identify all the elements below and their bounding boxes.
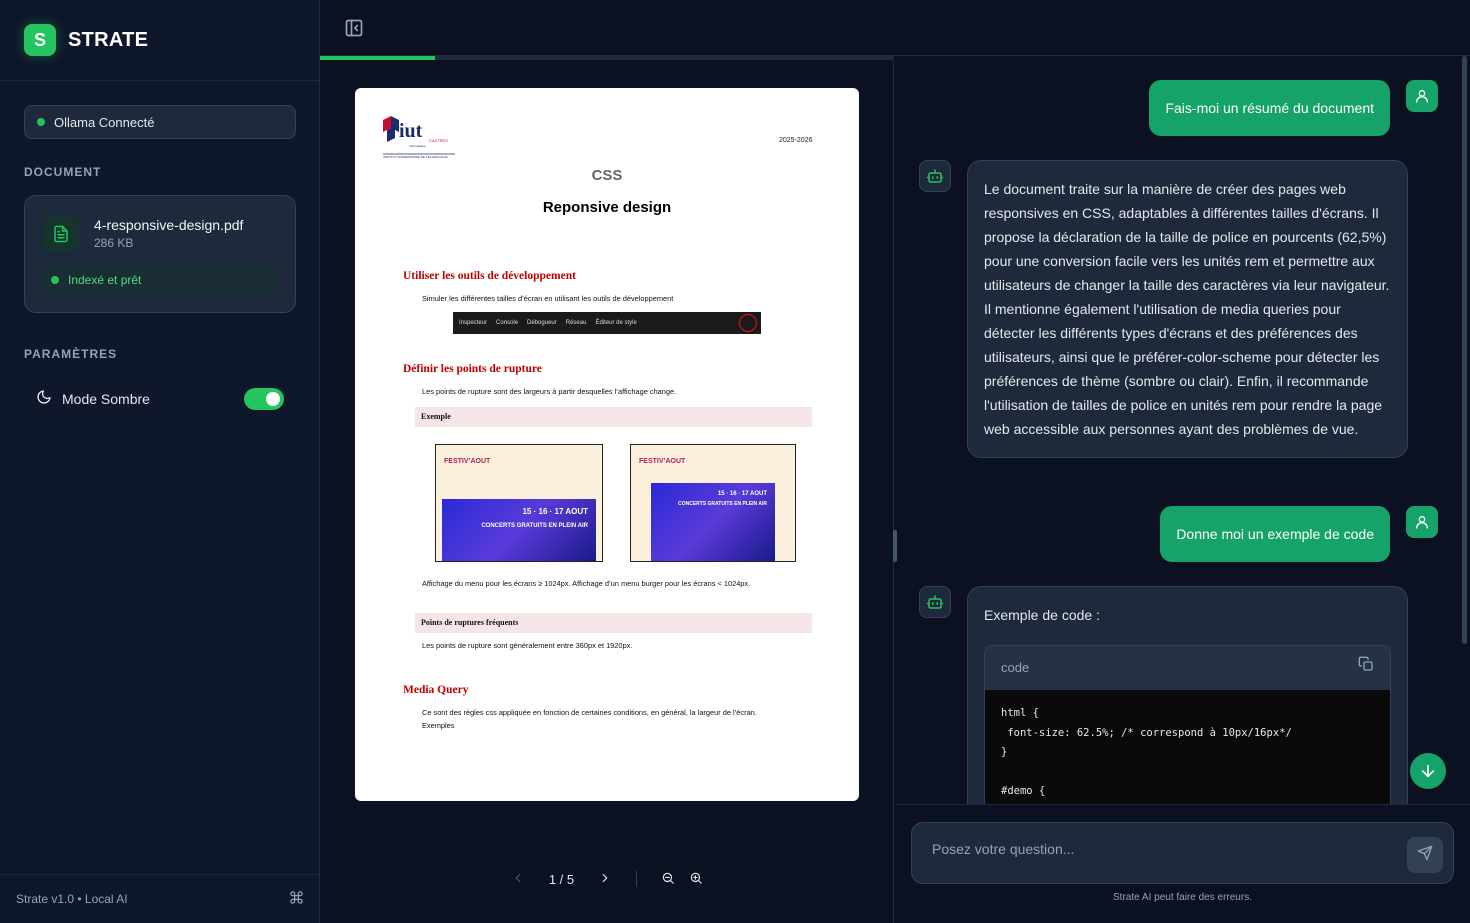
highlight-circle [739,314,757,332]
iut-logo-sub: CASTRES [429,138,448,143]
example-screenshot-desktop: FESTIV’AOUT 15 · 16 · 17 AOUT CONCERTS GR… [435,444,603,562]
file-text-icon [43,216,79,252]
chevron-right-icon[interactable] [598,871,612,888]
copy-icon[interactable] [1358,656,1374,680]
pdf-pager: 1 / 5 [320,864,894,894]
devtools-tab: Éditeur de style [595,320,637,326]
shot-image: 15 · 16 · 17 AOUT CONCERTS GRATUITS EN PL… [651,483,775,561]
shot-image: 15 · 16 · 17 AOUT CONCERTS GRATUITS EN PL… [442,499,596,561]
toggle-knob [266,392,280,406]
chat-scrollbar[interactable] [1462,56,1467,644]
document-file-size: 286 KB [94,236,134,250]
devtools-tab: Console [496,320,519,326]
user-message: Donne moi un exemple de code [1160,506,1390,562]
document-card[interactable]: 4-responsive-design.pdf 286 KB Indexé et… [24,195,296,313]
logo-icon: S [24,24,56,56]
devtools-tab: Inspecteur [459,320,488,326]
chevron-left-icon[interactable] [511,871,525,888]
version-label: Strate v1.0 • Local AI [16,892,128,906]
user-icon [1406,80,1438,112]
question-input-box [911,822,1454,884]
dark-mode-row: Mode Sombre [36,386,286,412]
bot-icon [919,586,951,618]
reading-progress-fill [320,56,435,60]
iut-logo-sub2: Informatique [409,144,426,148]
pdf-example-box: Exemple [415,407,812,427]
iut-logo: iut CASTRES Informatique INSTITUT UNIVER… [383,116,455,161]
top-bar [320,0,1470,56]
pdf-paragraph: Les points de rupture sont des largeurs … [422,387,677,396]
bot-icon [919,160,951,192]
document-file-name: 4-responsive-design.pdf [94,217,244,233]
pdf-title: CSS [591,167,623,184]
assistant-message: Le document traite sur la manière de cré… [967,160,1408,458]
command-icon[interactable] [289,890,304,908]
pdf-page: iut CASTRES Informatique INSTITUT UNIVER… [355,88,859,801]
pager-divider [636,871,638,887]
index-status-badge: Indexé et prêt [41,264,279,296]
question-input[interactable] [932,841,1392,857]
dark-mode-toggle[interactable] [244,388,284,410]
index-status-label: Indexé et prêt [68,273,142,287]
pdf-viewer: iut CASTRES Informatique INSTITUT UNIVER… [320,56,897,923]
pdf-subtitle: Reponsive design [542,199,672,216]
devtools-screenshot: Inspecteur Console Débogueur Réseau Édit… [453,312,761,334]
iut-logo-caption: INSTITUT UNIVERSITAIRE DE TECHNOLOGIE [383,155,448,159]
brand: S STRATE [0,0,319,81]
assistant-message-text: Exemple de code : [984,607,1100,623]
zoom-out-icon[interactable] [661,871,675,888]
shot-dates: 15 · 16 · 17 AOUT [522,507,588,516]
example-screenshot-mobile: FESTIV’AOUT 15 · 16 · 17 AOUT CONCERTS GR… [630,444,796,562]
chat-panel: Fais-moi un résumé du document Le docume… [895,56,1470,923]
zoom-in-icon[interactable] [689,871,703,888]
status-dot [37,118,45,126]
pdf-paragraph: Affichage du menu pour les écrans ≥ 1024… [422,579,751,588]
sidebar: S STRATE Ollama Connecté DOCUMENT 4-resp… [0,0,320,923]
moon-icon [36,389,52,410]
document-section-title: DOCUMENT [24,165,102,179]
pdf-paragraph: Ce sont des règles css appliquée en fonc… [422,708,757,717]
settings-section-title: PARAMÈTRES [24,347,118,361]
ai-disclaimer: Strate AI peut faire des erreurs. [1113,892,1252,903]
pdf-heading-breakpoints: Définir les points de rupture [403,363,542,375]
devtools-tab: Réseau [565,320,587,326]
user-message: Fais-moi un résumé du document [1149,80,1390,136]
shot-tagline: CONCERTS GRATUITS EN PLEIN AIR [481,523,588,529]
pdf-year: 2025-2026 [779,137,813,144]
arrow-down-icon[interactable] [1410,753,1446,789]
user-icon [1406,506,1438,538]
pdf-heading-devtools: Utiliser les outils de développement [403,270,576,282]
pdf-paragraph: Exemples [422,721,455,730]
shot-dates: 15 · 16 · 17 AOUT [717,491,767,497]
status-label: Ollama Connecté [54,114,155,130]
panel-left-icon[interactable] [344,18,364,38]
reading-progress [320,56,894,60]
pdf-breakpoints-box: Points de ruptures fréquents [415,613,812,633]
connection-status: Ollama Connecté [24,105,296,139]
shot-brand: FESTIV’AOUT [639,457,686,465]
send-icon [1417,845,1433,866]
code-block-header: code [985,646,1390,690]
code-block: code html { font-size: 62.5%; /* corresp… [984,645,1391,811]
index-status-dot [51,276,59,284]
page-indicator: 1 / 5 [548,871,575,887]
dark-mode-label: Mode Sombre [62,391,150,407]
assistant-message-text: Le document traite sur la manière de cré… [984,181,1390,437]
shot-tagline: CONCERTS GRATUITS EN PLEIN AIR [678,501,767,507]
devtools-tab: Débogueur [527,320,557,326]
shot-brand: FESTIV’AOUT [444,457,491,465]
pdf-paragraph: Simuler les différentes tailles d’écran … [422,294,674,303]
pdf-heading-media-query: Media Query [403,684,469,696]
code-language-label: code [1001,660,1030,675]
send-button[interactable] [1407,837,1443,873]
code-content: html { font-size: 62.5%; /* correspond à… [985,690,1390,810]
iut-logo-text: iut [399,120,423,142]
pdf-paragraph: Les points de rupture sont généralement … [422,641,633,650]
sidebar-footer: Strate v1.0 • Local AI [0,874,320,923]
app-name: STRATE [68,28,149,51]
